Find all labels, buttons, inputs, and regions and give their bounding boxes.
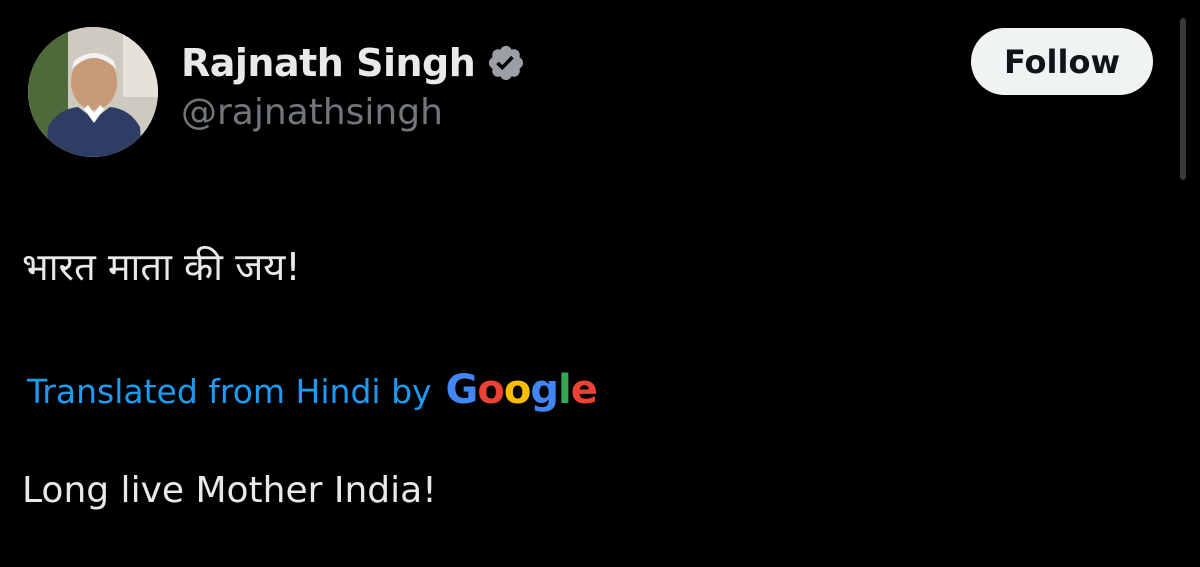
verified-badge-icon[interactable] (486, 43, 526, 83)
name-row: Rajnath Singh (181, 36, 526, 90)
display-name[interactable]: Rajnath Singh (181, 41, 476, 85)
author-block: Rajnath Singh @rajnathsingh (181, 36, 526, 133)
tweet-text: भारत माता की जय! (22, 245, 301, 289)
avatar[interactable] (28, 27, 158, 157)
translated-text: Long live Mother India! (22, 470, 437, 511)
translation-attribution: Translated from Hindi by Google (27, 367, 598, 413)
user-handle[interactable]: @rajnathsingh (181, 92, 526, 133)
google-logo: Google (445, 367, 598, 413)
translation-label[interactable]: Translated from Hindi by (27, 372, 432, 411)
follow-button[interactable]: Follow (971, 28, 1153, 95)
avatar-image (28, 27, 158, 157)
scrollbar[interactable] (1180, 18, 1186, 180)
tweet-card: Rajnath Singh @rajnathsingh Follow भारत … (0, 0, 1200, 567)
